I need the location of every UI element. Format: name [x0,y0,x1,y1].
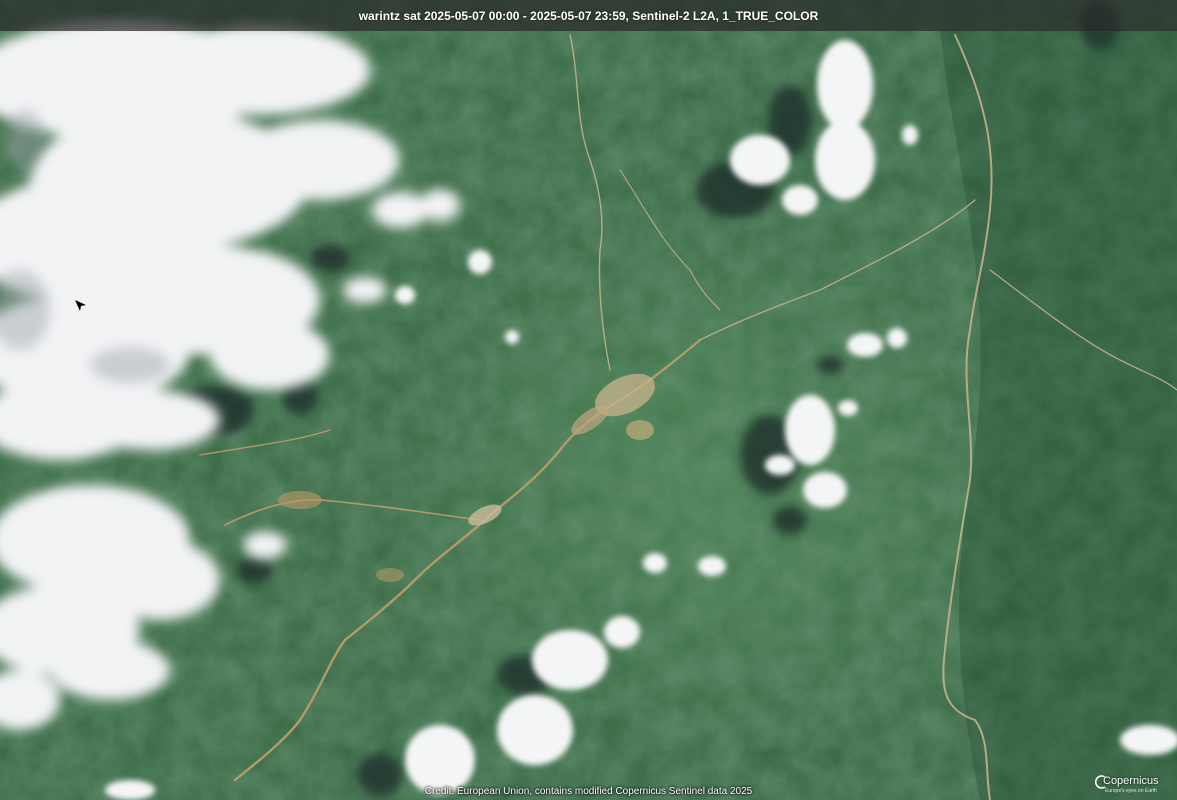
logo-subtext: Europe's eyes on Earth [1105,788,1157,794]
attribution-credit: Credit: European Union, contains modifie… [424,786,753,797]
title-bar: warintz sat 2025-05-07 00:00 - 2025-05-0… [0,0,1177,31]
logo-text: Copernicus [1103,775,1159,787]
mouse-cursor-icon [75,300,86,311]
copernicus-logo: Copernicus Europe's eyes on Earth [1095,773,1165,795]
map-title: warintz sat 2025-05-07 00:00 - 2025-05-0… [358,8,819,23]
satellite-map[interactable] [0,0,1177,800]
